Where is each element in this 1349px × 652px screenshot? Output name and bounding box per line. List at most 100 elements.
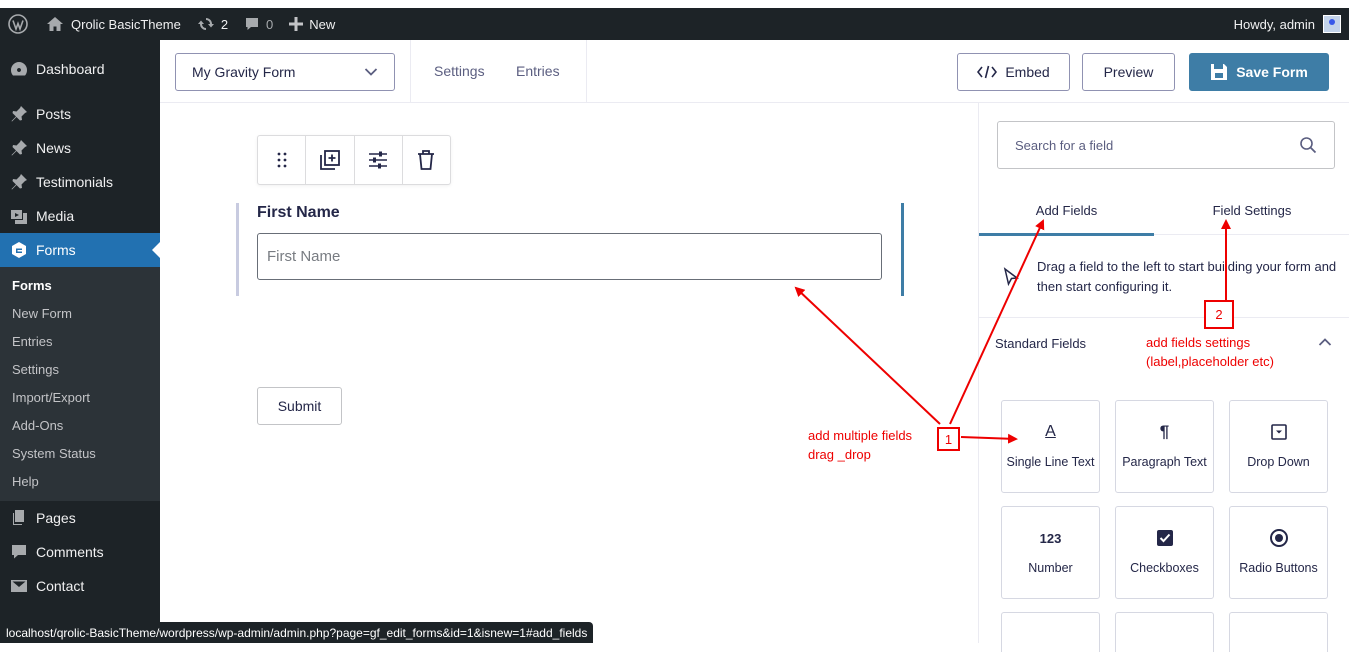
preview-label: Preview (1103, 64, 1154, 80)
field-button-drop-down[interactable]: Drop Down (1229, 400, 1328, 493)
code-icon (977, 65, 998, 79)
field-button-partial[interactable] (1115, 612, 1214, 652)
gravity-forms-icon (12, 242, 26, 258)
sidebar-item-pages[interactable]: Pages (0, 501, 160, 535)
pin-icon (11, 106, 27, 122)
wordpress-icon (8, 14, 28, 34)
annotation-marker-1: 1 (937, 427, 960, 451)
avatar (1323, 15, 1341, 33)
radio-icon (1269, 527, 1289, 549)
sidebar-item-label: Testimonials (36, 174, 114, 190)
toolbar-divider (586, 40, 587, 102)
new-label: New (309, 16, 336, 32)
submenu-add-ons[interactable]: Add-Ons (0, 411, 160, 439)
save-form-button[interactable]: Save Form (1189, 53, 1329, 91)
field-button-single-line-text[interactable]: A Single Line Text (1001, 400, 1100, 493)
sidebar-item-label: Comments (36, 544, 104, 560)
submenu-entries[interactable]: Entries (0, 327, 160, 355)
annotation-note-1: add multiple fields drag _drop (808, 428, 913, 462)
form-switcher-value: My Gravity Form (192, 64, 296, 80)
checkbox-icon (1156, 527, 1174, 549)
field-selection-bar (901, 203, 904, 296)
field-button-label: Drop Down (1247, 455, 1310, 469)
search-input[interactable] (1015, 137, 1299, 153)
admin-bar: Qrolic BasicTheme 2 0 New Howdy, admin (0, 8, 1349, 40)
submenu-system-status[interactable]: System Status (0, 439, 160, 467)
site-name: Qrolic BasicTheme (71, 16, 181, 32)
panel-tabs: Add Fields Field Settings (979, 193, 1349, 236)
sidebar-item-label: Pages (36, 510, 76, 526)
tab-add-fields[interactable]: Add Fields (979, 193, 1154, 236)
updates-link[interactable]: 2 (189, 8, 236, 40)
drag-handle-button[interactable] (258, 136, 307, 184)
sidebar-item-testimonials[interactable]: Testimonials (0, 165, 160, 199)
field-button-number[interactable]: 123 Number (1001, 506, 1100, 599)
sidebar-item-dashboard[interactable]: Dashboard (0, 52, 160, 86)
submenu-help[interactable]: Help (0, 467, 160, 495)
field-action-toolbar (257, 135, 451, 185)
save-form-label: Save Form (1236, 64, 1308, 80)
sidebar-item-label: Posts (36, 106, 72, 122)
duplicate-icon (319, 150, 340, 170)
field-label: First Name (257, 204, 340, 221)
dashboard-icon (10, 62, 28, 76)
howdy-text: Howdy, admin (1233, 16, 1315, 32)
sidebar-item-label: Forms (36, 242, 76, 258)
selected-field-first-name[interactable]: First Name (236, 203, 904, 296)
dropdown-icon (1270, 421, 1287, 443)
sidebar-item-label: Media (36, 208, 75, 224)
updates-icon (197, 18, 214, 30)
new-content-link[interactable]: New (281, 8, 343, 40)
embed-button[interactable]: Embed (957, 53, 1070, 91)
field-button-label: Checkboxes (1130, 561, 1199, 575)
preview-button[interactable]: Preview (1082, 53, 1175, 91)
wp-logo-button[interactable] (0, 8, 38, 40)
save-icon (1211, 64, 1228, 80)
pin-icon (11, 174, 27, 190)
comments-link[interactable]: 0 (236, 8, 281, 40)
admin-sidebar: Dashboard Posts News Testimonials Media … (0, 40, 160, 643)
field-settings-button[interactable] (355, 136, 403, 184)
field-button-label: Paragraph Text (1122, 455, 1207, 469)
embed-label: Embed (1005, 64, 1050, 80)
status-bar-url: localhost/qrolic-BasicTheme/wordpress/wp… (0, 622, 594, 643)
chevron-up-icon (1318, 338, 1332, 346)
submenu-forms[interactable]: Forms (0, 271, 160, 299)
sidebar-item-media[interactable]: Media (0, 199, 160, 233)
field-button-radio-buttons[interactable]: Radio Buttons (1229, 506, 1328, 599)
comments-icon (12, 545, 26, 559)
duplicate-field-button[interactable] (306, 136, 355, 184)
submenu-import-export[interactable]: Import/Export (0, 383, 160, 411)
field-button-paragraph-text[interactable]: ¶ Paragraph Text (1115, 400, 1214, 493)
form-editor-toolbar: My Gravity Form Settings Entries Embed P… (160, 40, 1349, 103)
sidebar-item-contact[interactable]: Contact (0, 569, 160, 603)
delete-field-button[interactable] (403, 136, 450, 184)
sidebar-item-posts[interactable]: Posts (0, 97, 160, 131)
search-icon (1300, 137, 1317, 154)
my-account-link[interactable]: Howdy, admin (1234, 15, 1349, 33)
sidebar-item-forms[interactable]: Forms (0, 233, 160, 267)
field-button-label: Radio Buttons (1239, 561, 1318, 575)
first-name-input[interactable] (257, 233, 882, 280)
section-title: Standard Fields (995, 336, 1087, 351)
trash-icon (418, 150, 435, 170)
settings-link[interactable]: Settings (434, 63, 485, 79)
sidebar-item-news[interactable]: News (0, 131, 160, 165)
comments-count: 0 (266, 16, 274, 32)
submenu-new-form[interactable]: New Form (0, 299, 160, 327)
entries-link[interactable]: Entries (516, 63, 560, 79)
plus-icon (289, 17, 304, 31)
field-button-partial[interactable] (1001, 612, 1100, 652)
field-button-checkboxes[interactable]: Checkboxes (1115, 506, 1214, 599)
sidebar-item-comments[interactable]: Comments (0, 535, 160, 569)
submit-button[interactable]: Submit (257, 387, 342, 425)
site-name-link[interactable]: Qrolic BasicTheme (38, 8, 189, 40)
field-button-partial[interactable] (1229, 612, 1328, 652)
number-icon: 123 (1039, 530, 1062, 546)
tab-field-settings[interactable]: Field Settings (1154, 193, 1349, 235)
form-switcher-select[interactable]: My Gravity Form (175, 53, 395, 91)
submenu-settings[interactable]: Settings (0, 355, 160, 383)
sidebar-item-label: News (36, 140, 72, 156)
drag-hint-text: Drag a field to the left to start buildi… (1037, 259, 1337, 294)
toolbar-divider (410, 40, 411, 102)
